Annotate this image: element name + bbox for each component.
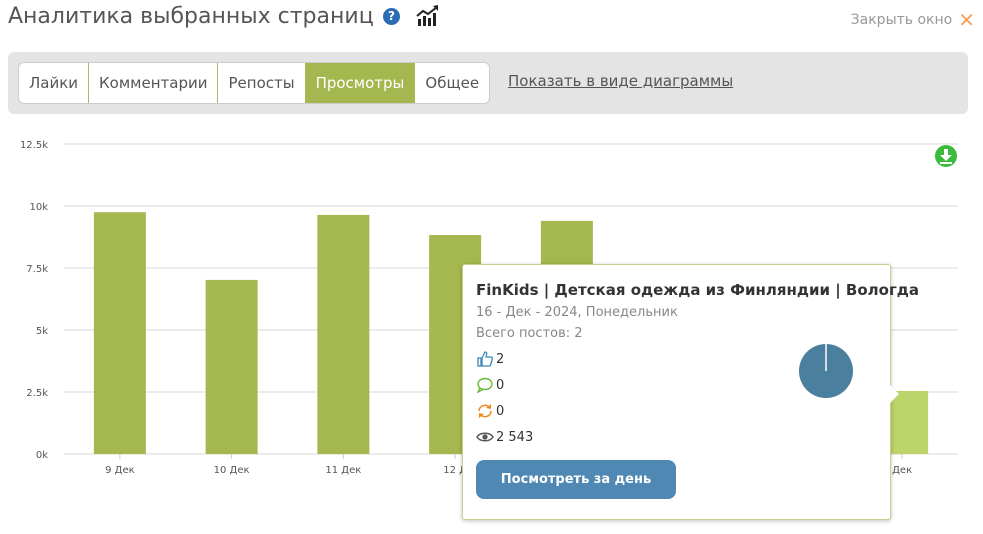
y-tick-label: 2.5k bbox=[26, 388, 48, 399]
tooltip-posts: Всего постов: 2 bbox=[476, 326, 583, 341]
close-label: Закрыть окно bbox=[850, 12, 953, 28]
bar[interactable] bbox=[317, 214, 370, 454]
bar[interactable] bbox=[205, 279, 258, 454]
x-tick-label: 11 Дек bbox=[325, 465, 361, 476]
comment-icon bbox=[476, 377, 493, 393]
show-diagram-link[interactable]: Показать в виде диаграммы bbox=[508, 72, 733, 90]
tooltip-views-value: 2 543 bbox=[496, 429, 534, 445]
eye-icon bbox=[476, 432, 494, 442]
tooltip-reposts-row: 0 bbox=[476, 403, 504, 419]
tooltip-likes-row: 2 bbox=[476, 351, 504, 367]
repost-icon bbox=[478, 404, 492, 418]
tab-1[interactable]: Комментарии bbox=[89, 63, 219, 103]
tab-0[interactable]: Лайки bbox=[19, 63, 90, 103]
tooltip-likes-value: 2 bbox=[496, 351, 505, 367]
close-window-link[interactable]: Закрыть окно ✕ bbox=[850, 10, 975, 30]
x-tick-label: 9 Дек bbox=[105, 465, 135, 476]
tab-4[interactable]: Общее bbox=[415, 63, 489, 103]
close-icon[interactable]: ✕ bbox=[958, 10, 975, 30]
y-tick-label: 7.5k bbox=[26, 264, 48, 275]
page-title: Аналитика выбранных страниц bbox=[8, 4, 374, 29]
trend-chart-icon[interactable] bbox=[416, 5, 440, 27]
tab-2[interactable]: Репосты bbox=[218, 63, 306, 103]
tooltip-date: 16 - Дек - 2024, Понедельник bbox=[476, 305, 678, 320]
tooltip-reposts-value: 0 bbox=[496, 403, 505, 419]
tooltip-pie-chart bbox=[799, 344, 853, 398]
tooltip-views-row: 2 543 bbox=[476, 429, 533, 445]
tab-3[interactable]: Просмотры bbox=[305, 63, 416, 103]
tooltip-arrow bbox=[890, 385, 899, 403]
tooltip-title: FinKids | Детская одежда из Финляндии | … bbox=[476, 281, 920, 299]
thumbs-up-icon bbox=[477, 351, 494, 367]
tooltip: FinKids | Детская одежда из Финляндии | … bbox=[462, 264, 919, 520]
x-tick-label: 10 Дек bbox=[214, 465, 250, 476]
toolbar: Лайки Комментарии Репосты Просмотры Общее По… bbox=[8, 52, 968, 114]
view-day-button[interactable]: Посмотреть за день bbox=[476, 460, 676, 499]
tab-group: Лайки Комментарии Репосты Просмотры Общее bbox=[18, 62, 491, 104]
y-tick-label: 10k bbox=[29, 202, 48, 213]
x-tick-label: Дек bbox=[892, 465, 912, 476]
help-icon[interactable]: ? bbox=[383, 8, 400, 25]
y-tick-label: 0k bbox=[36, 450, 48, 461]
tooltip-comments-value: 0 bbox=[496, 377, 505, 393]
tooltip-comments-row: 0 bbox=[476, 377, 504, 393]
y-tick-label: 12.5k bbox=[20, 140, 48, 151]
y-tick-label: 5k bbox=[36, 326, 48, 337]
bar[interactable] bbox=[93, 212, 146, 454]
